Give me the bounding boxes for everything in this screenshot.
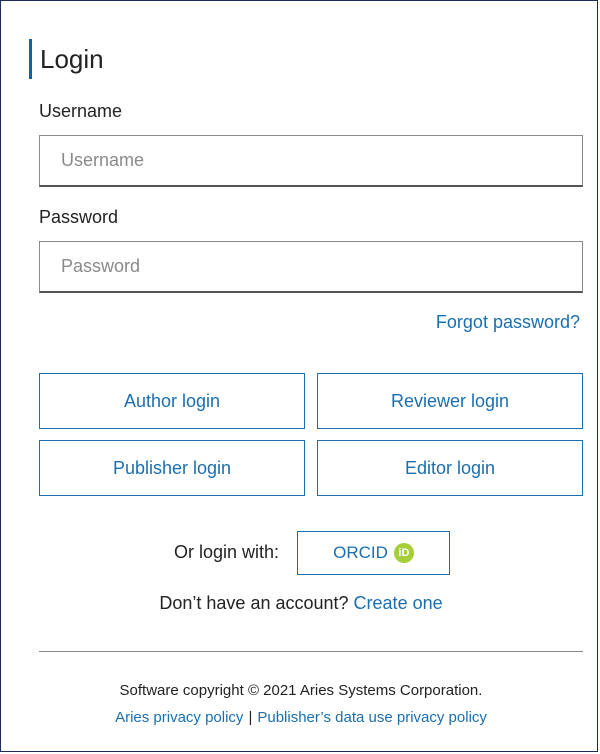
orcid-button-label: ORCID	[333, 543, 388, 562]
login-panel: Login Username Password Forgot password?…	[0, 0, 598, 752]
username-input[interactable]	[39, 135, 583, 187]
editor-login-button[interactable]: Editor login	[317, 440, 583, 496]
forgot-password-link[interactable]: Forgot password?	[436, 312, 580, 333]
page-title: Login	[29, 39, 104, 79]
policy-links: Aries privacy policy | Publisher’s data us…	[1, 709, 600, 726]
create-account-prompt: Don’t have an account?	[159, 593, 349, 613]
create-account-line: Don’t have an account? Create one	[1, 593, 600, 614]
password-label: Password	[39, 207, 119, 227]
username-label: Username	[39, 101, 123, 121]
data-use-privacy-policy-link[interactable]: Publisher’s data use privacy policy	[257, 709, 487, 726]
password-input[interactable]	[39, 241, 583, 293]
create-account-link[interactable]: Create one	[354, 593, 443, 613]
copyright-text: Software copyright © 2021 Aries Systems …	[119, 682, 483, 699]
policy-separator: |	[248, 709, 253, 726]
orcid-icon: iD	[393, 543, 414, 563]
author-login-button[interactable]: Author login	[39, 373, 305, 429]
orcid-login-button[interactable]: ORCID iD	[297, 531, 450, 575]
reviewer-login-button[interactable]: Reviewer login	[317, 373, 583, 429]
aries-privacy-policy-link[interactable]: Aries privacy policy	[115, 709, 243, 726]
footer-divider	[39, 651, 583, 652]
orcid-prompt: Or login with:	[174, 542, 280, 562]
orcid-login-row: Or login with: ORCID iD	[1, 531, 600, 575]
publisher-login-button[interactable]: Publisher login	[39, 440, 305, 496]
